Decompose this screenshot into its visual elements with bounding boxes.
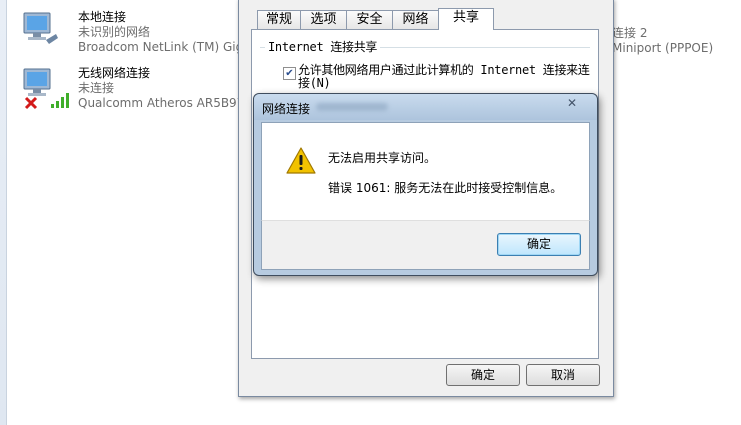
warning-icon: [286, 147, 316, 174]
tab-options[interactable]: 选项: [300, 10, 347, 29]
allow-sharing-label[interactable]: 允许其他网络用户通过此计算机的 Internet 连接来连接(N): [298, 64, 598, 90]
connection-name: 连接 2: [612, 26, 648, 40]
network-computer-icon: [23, 12, 58, 44]
allow-sharing-checkbox[interactable]: ✔: [283, 67, 296, 80]
dialog-title: 网络连接: [262, 102, 311, 116]
tab-security[interactable]: 安全: [346, 10, 393, 29]
close-icon[interactable]: ✕: [560, 95, 584, 111]
dialog-message-primary: 无法启用共享访问。: [328, 151, 437, 165]
dialog-message-error: 错误 1061: 服务无法在此时接受控制信息。: [328, 181, 563, 195]
dialog-body: 无法启用共享访问。 错误 1061: 服务无法在此时接受控制信息。: [261, 122, 590, 221]
dialog-title-blur: [316, 103, 388, 111]
signal-bars-icon: [51, 93, 69, 108]
connection-name: 本地连接: [78, 10, 127, 24]
error-x-icon: [24, 96, 38, 110]
connection-adapter: Miniport (PPPOE): [612, 41, 714, 55]
properties-ok-button[interactable]: 确定: [446, 364, 520, 386]
tab-network[interactable]: 网络: [392, 10, 439, 29]
connection-item-local[interactable]: 本地连接 未识别的网络 Broadcom NetLink (TM) Gigab: [22, 10, 258, 60]
connection-status: 未识别的网络: [78, 25, 151, 39]
explorer-left-edge: [0, 0, 7, 425]
properties-cancel-button[interactable]: 取消: [526, 364, 600, 386]
connection-adapter: Qualcomm Atheros AR5B97 W: [78, 96, 261, 110]
ics-group-label: Internet 连接共享: [265, 38, 381, 55]
connection-item-wireless[interactable]: 无线网络连接 未连接 Qualcomm Atheros AR5B97 W: [22, 66, 260, 116]
dialog-ok-button[interactable]: 确定: [497, 233, 581, 256]
connection-name: 无线网络连接: [78, 66, 151, 80]
tab-general[interactable]: 常规: [257, 10, 301, 29]
connection-item-pppoe[interactable]: 连接 2 Miniport (PPPOE): [612, 26, 741, 56]
error-dialog: 网络连接 ✕ 无法启用共享访问。 错误 1061: 服务无法在此时接受控制信息。…: [253, 93, 598, 276]
dialog-footer: 确定: [261, 220, 590, 270]
connection-status: 未连接: [78, 81, 115, 95]
tab-sharing[interactable]: 共享: [438, 8, 494, 30]
connection-adapter: Broadcom NetLink (TM) Gigab: [78, 40, 259, 54]
